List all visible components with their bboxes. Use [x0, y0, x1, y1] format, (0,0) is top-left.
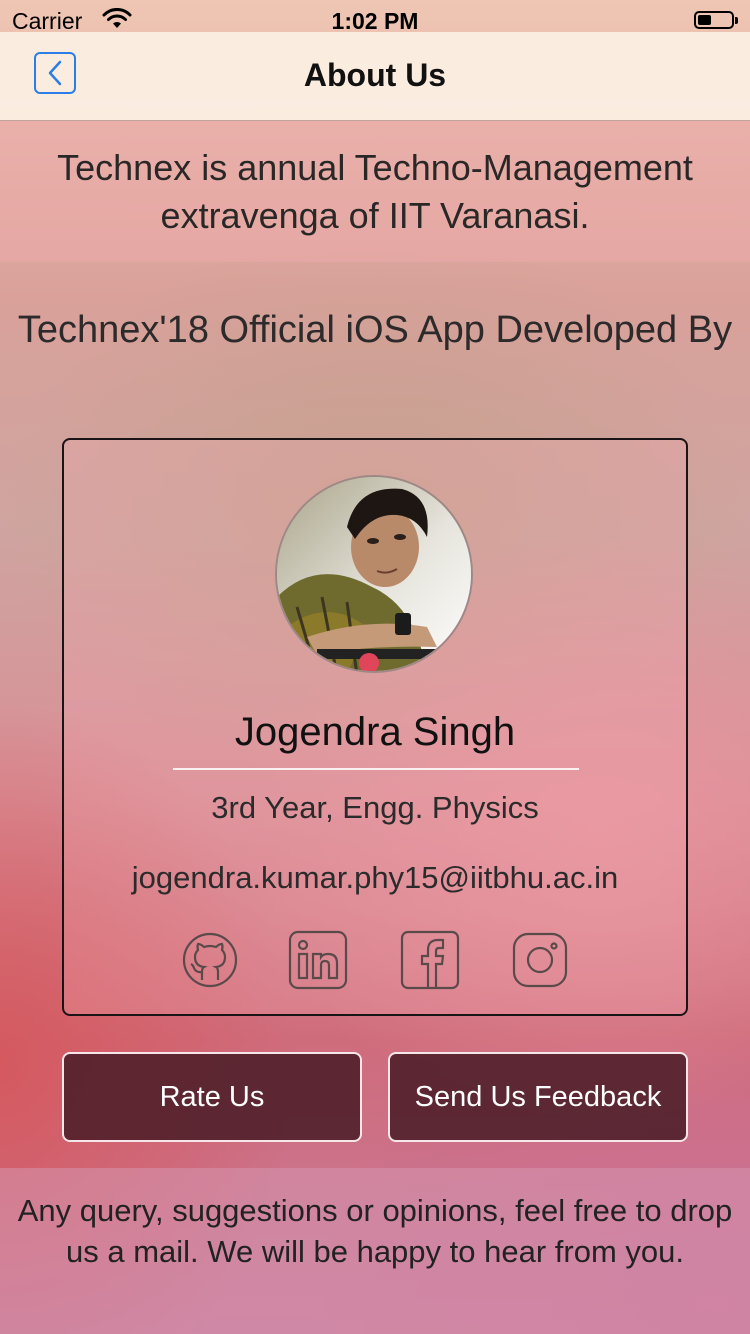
rate-us-button[interactable]: Rate Us [62, 1052, 362, 1142]
clock: 1:02 PM [331, 8, 419, 34]
divider [173, 768, 579, 770]
developer-card: Jogendra Singh 3rd Year, Engg. Physics j… [62, 438, 688, 1016]
social-links [64, 928, 686, 992]
developer-email[interactable]: jogendra.kumar.phy15@iitbhu.ac.in [64, 860, 686, 896]
battery-icon [694, 11, 738, 29]
developer-year: 3rd Year, Engg. Physics [211, 790, 539, 825]
footer-banner: Any query, suggestions or opinions, feel… [0, 1168, 750, 1334]
developer-heading: Technex'18 Official iOS App Developed By [17, 309, 733, 351]
github-icon[interactable] [178, 928, 242, 992]
intro-banner: Technex is annual Techno-Management extr… [0, 121, 750, 262]
avatar [275, 475, 473, 673]
facebook-icon[interactable] [398, 928, 462, 992]
footer-text: Any query, suggestions or opinions, feel… [17, 1193, 733, 1269]
send-feedback-button[interactable]: Send Us Feedback [388, 1052, 688, 1142]
linkedin-icon[interactable] [286, 928, 350, 992]
intro-text: Technex is annual Techno-Management extr… [57, 146, 693, 236]
navigation-bar: About Us [0, 32, 750, 121]
page-title: About Us [303, 57, 447, 93]
instagram-icon[interactable] [508, 928, 572, 992]
developer-name: Jogendra Singh [234, 710, 516, 754]
